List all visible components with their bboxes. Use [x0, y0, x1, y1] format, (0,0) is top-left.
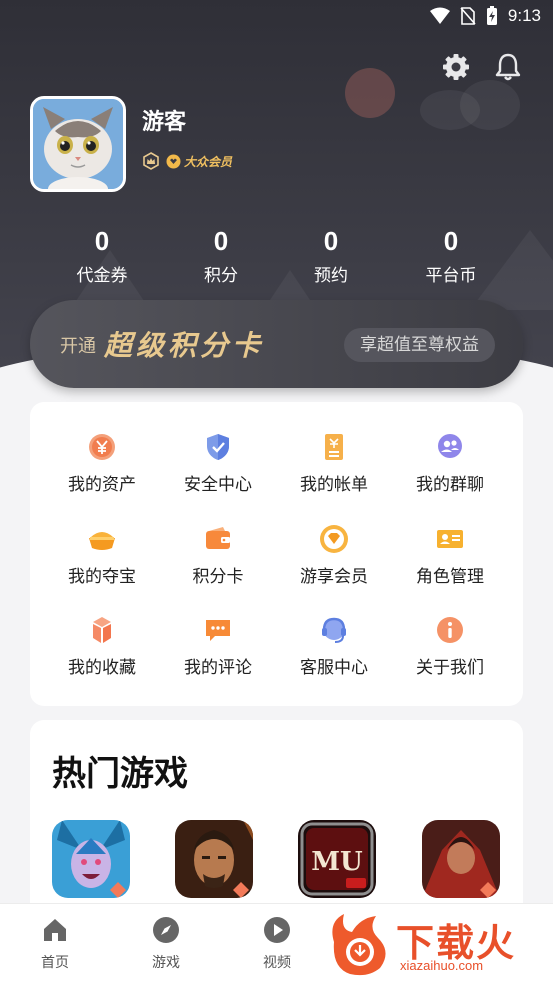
notification-bell-icon[interactable] — [493, 52, 523, 82]
game-icon-4[interactable] — [422, 820, 500, 898]
menu-label: 我的收藏 — [68, 658, 136, 678]
treasure-icon — [89, 532, 115, 550]
stat-points[interactable]: 0 积分 — [166, 226, 276, 286]
menu-label: 我的夺宝 — [68, 567, 136, 587]
menu-item-my-treasure[interactable]: 我的夺宝 — [44, 524, 160, 587]
stat-platform-coins[interactable]: 0 平台币 — [396, 226, 506, 286]
bottom-navigation: 首页 游戏 视频 下载火 xiazaihuo.com — [0, 903, 553, 983]
menu-item-customer-service[interactable]: 客服中心 — [276, 615, 392, 678]
play-icon — [264, 917, 290, 943]
hot-games-card: 热门游戏 MU — [30, 720, 523, 920]
settings-gear-icon[interactable] — [441, 52, 471, 82]
menu-label: 游享会员 — [300, 567, 368, 587]
group-chat-icon — [438, 434, 462, 458]
watermark-logo: 下载火 xiazaihuo.com — [326, 912, 551, 978]
menu-item-my-bills[interactable]: 我的帐单 — [276, 432, 392, 495]
avatar[interactable] — [30, 96, 126, 192]
headset-icon — [322, 617, 346, 643]
stat-label: 平台币 — [425, 266, 477, 286]
game-warrior-icon — [175, 820, 253, 898]
nav-label: 首页 — [41, 955, 69, 971]
game-jinx-icon — [52, 820, 130, 898]
banner-open-label: 开通 — [60, 336, 96, 357]
menu-item-points-card[interactable]: 积分卡 — [160, 524, 276, 587]
vip-label: 大众会员 — [184, 154, 233, 169]
menu-label: 客服中心 — [300, 658, 368, 678]
banner-benefits-button[interactable]: 享超值至尊权益 — [344, 328, 495, 362]
no-sim-icon — [460, 7, 476, 25]
nav-video[interactable]: 视频 — [247, 916, 307, 972]
menu-item-security-center[interactable]: 安全中心 — [160, 432, 276, 495]
menu-item-vip-member[interactable]: 游享会员 — [276, 524, 392, 587]
decor-circle — [345, 68, 395, 118]
svg-text:MU: MU — [311, 847, 363, 877]
game-mu-icon: MU — [298, 820, 376, 898]
yen-coin-icon — [89, 434, 115, 460]
stat-value: 0 — [94, 226, 110, 256]
game-icon-1[interactable] — [52, 820, 130, 898]
nav-label: 游戏 — [152, 955, 180, 971]
id-card-icon — [437, 530, 463, 548]
stat-label: 积分 — [204, 266, 238, 286]
banner-title: 超级积分卡 — [104, 329, 265, 362]
wallet-icon — [206, 527, 230, 549]
stat-value: 0 — [323, 226, 339, 256]
menu-item-my-favorites[interactable]: 我的收藏 — [44, 615, 160, 678]
watermark-url: xiazaihuo.com — [400, 958, 484, 973]
menu-label: 我的帐单 — [300, 475, 368, 495]
wifi-icon — [429, 7, 450, 24]
menu-item-group-chat[interactable]: 我的群聊 — [392, 432, 508, 495]
level-crown-icon — [143, 152, 159, 170]
vip-diamond-icon — [320, 525, 348, 553]
game-icon-2[interactable] — [175, 820, 253, 898]
menu-label: 关于我们 — [416, 658, 484, 678]
menu-item-role-management[interactable]: 角色管理 — [392, 524, 508, 587]
game-red-hero-icon — [422, 820, 500, 898]
battery-icon — [486, 6, 497, 25]
menu-label: 角色管理 — [416, 567, 484, 587]
game-icon-3[interactable]: MU — [298, 820, 376, 898]
menu-item-about-us[interactable]: 关于我们 — [392, 615, 508, 678]
status-bar: 9:13 — [0, 0, 553, 34]
nav-games[interactable]: 游戏 — [136, 916, 196, 972]
stat-label: 预约 — [314, 266, 348, 286]
stat-vouchers[interactable]: 0 代金券 — [47, 226, 157, 286]
stat-reservations[interactable]: 0 预约 — [276, 226, 386, 286]
flame-logo-icon — [332, 914, 386, 976]
bill-icon — [325, 434, 343, 460]
menu-label: 我的群聊 — [416, 475, 484, 495]
vip-badge: 大众会员 — [166, 153, 232, 170]
status-time: 9:13 — [507, 6, 541, 25]
function-menu-card: 我的资产 安全中心 我的帐单 我的群聊 我的夺宝 积分卡 游享会员 角色管理 我… — [30, 402, 523, 706]
hot-games-title: 热门游戏 — [52, 754, 188, 794]
member-badges: 大众会员 — [142, 152, 232, 170]
menu-label: 安全中心 — [184, 475, 252, 495]
decor-cloud — [460, 80, 520, 130]
menu-label: 积分卡 — [192, 567, 244, 587]
username: 游客 — [142, 110, 187, 135]
nav-label: 视频 — [263, 955, 291, 971]
cat-avatar-icon — [33, 99, 123, 189]
menu-label: 我的评论 — [184, 658, 252, 678]
info-icon — [437, 617, 463, 643]
comment-icon — [206, 620, 230, 641]
compass-icon — [153, 917, 179, 943]
shield-check-icon — [207, 434, 229, 460]
stat-label: 代金券 — [76, 266, 128, 286]
vip-heart-icon — [166, 154, 181, 168]
nav-home[interactable]: 首页 — [25, 916, 85, 972]
favorites-box-icon — [93, 617, 111, 643]
menu-item-my-assets[interactable]: 我的资产 — [44, 432, 160, 495]
stat-value: 0 — [443, 226, 459, 256]
menu-item-my-comments[interactable]: 我的评论 — [160, 615, 276, 678]
menu-label: 我的资产 — [68, 475, 136, 495]
home-icon — [44, 919, 66, 941]
super-points-card-banner[interactable]: 开通 超级积分卡 享超值至尊权益 — [30, 300, 523, 388]
stat-value: 0 — [213, 226, 229, 256]
